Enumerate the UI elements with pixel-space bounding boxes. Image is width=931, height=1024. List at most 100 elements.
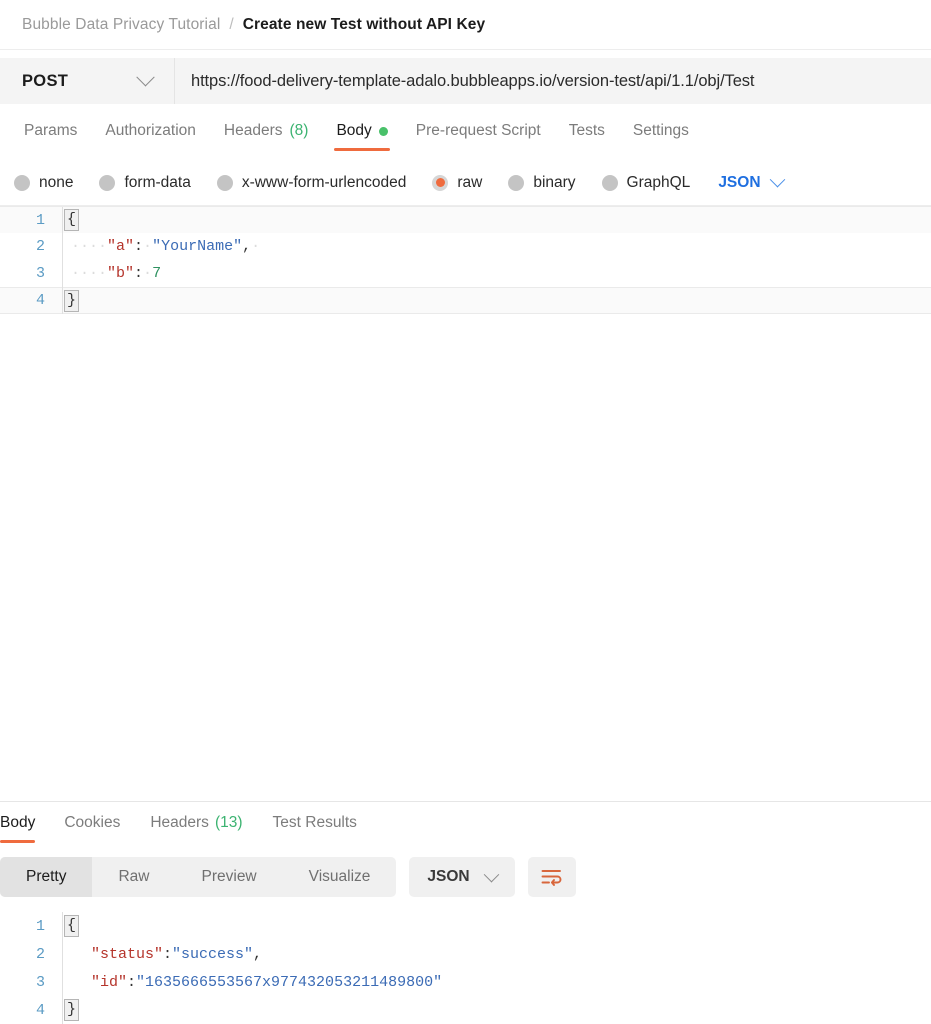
request-url-bar: POST https://food-delivery-template-adal… [0, 50, 931, 112]
word-wrap-icon [541, 869, 562, 886]
response-tab-headers[interactable]: Headers (13) [135, 812, 257, 844]
tab-label: Headers [224, 122, 283, 140]
tab-label: Cookies [64, 814, 120, 831]
chevron-down-icon [769, 172, 785, 188]
tab-label: Test Results [273, 814, 357, 831]
json-colon: : [127, 974, 136, 991]
response-toolbar: PrettyRawPreviewVisualize JSON [0, 848, 931, 906]
json-key: "status" [91, 946, 163, 963]
body-type-label: form-data [124, 174, 190, 192]
tab-label: Body [336, 122, 371, 140]
body-type-label: none [39, 174, 73, 192]
json-string-value: "YourName" [152, 238, 242, 255]
body-type-binary[interactable]: binary [508, 174, 575, 192]
response-line: 4 } [0, 996, 931, 1024]
url-input[interactable]: https://food-delivery-template-adalo.bub… [175, 58, 931, 104]
response-line: 1 { [0, 912, 931, 940]
line-number: 1 [0, 212, 62, 229]
request-tabs: Params Authorization Headers(8) Body Pre-req… [0, 112, 931, 160]
body-type-form-data[interactable]: form-data [99, 174, 190, 192]
line-content: } [62, 996, 931, 1024]
json-string-value: "1635666553567x977432053211489800" [136, 974, 442, 991]
line-number: 4 [0, 292, 62, 309]
view-mode-raw[interactable]: Raw [92, 857, 175, 897]
view-mode-preview[interactable]: Preview [176, 857, 283, 897]
chevron-down-icon [483, 866, 499, 882]
tab-label: Pre-request Script [416, 122, 541, 140]
editor-line: 2 ····"a":·"YourName",· [0, 233, 931, 260]
request-tab-settings[interactable]: Settings [619, 120, 703, 153]
line-number: 2 [0, 238, 62, 255]
body-type-none[interactable]: none [14, 174, 73, 192]
body-format-label: JSON [718, 174, 760, 192]
tab-label: Params [24, 122, 77, 140]
radio-icon[interactable] [14, 175, 30, 191]
json-string-value: "success" [172, 946, 253, 963]
tab-label: Authorization [105, 122, 195, 140]
line-number: 1 [0, 918, 62, 935]
line-content: } [62, 287, 931, 314]
line-content: ····"a":·"YourName",· [62, 233, 931, 260]
tab-label: Tests [569, 122, 605, 140]
radio-icon[interactable] [99, 175, 115, 191]
tab-label: Body [0, 814, 35, 831]
body-type-raw[interactable]: raw [432, 174, 482, 192]
chevron-down-icon [136, 68, 154, 86]
response-tab-test-results[interactable]: Test Results [258, 812, 372, 844]
http-method-select[interactable]: POST [0, 58, 175, 104]
brace-close: } [64, 999, 79, 1021]
request-tab-params[interactable]: Params [10, 120, 91, 153]
line-number: 2 [0, 946, 62, 963]
radio-icon[interactable] [508, 175, 524, 191]
json-number-value: 7 [152, 265, 161, 282]
request-tab-authorization[interactable]: Authorization [91, 120, 209, 153]
radio-icon[interactable] [217, 175, 233, 191]
json-key: "b" [107, 265, 134, 282]
body-type-label: binary [533, 174, 575, 192]
line-content: "id": "1635666553567x977432053211489800" [62, 968, 931, 996]
editor-line: 1 { [0, 206, 931, 233]
body-type-options: none form-data x-www-form-urlencoded raw bin… [0, 160, 931, 206]
body-type-graphql[interactable]: GraphQL [602, 174, 691, 192]
line-content: ····"b":·7 [62, 260, 931, 287]
line-number: 3 [0, 265, 62, 282]
view-mode-visualize[interactable]: Visualize [283, 857, 397, 897]
body-type-x-www-form-urlencoded[interactable]: x-www-form-urlencoded [217, 174, 407, 192]
json-key: "id" [91, 974, 127, 991]
line-content: { [62, 207, 931, 234]
brace-open: { [64, 915, 79, 937]
response-view-modes: PrettyRawPreviewVisualize [0, 857, 396, 897]
response-format-select[interactable]: JSON [409, 857, 514, 897]
view-mode-pretty[interactable]: Pretty [0, 857, 92, 897]
request-tab-tests[interactable]: Tests [555, 120, 619, 153]
response-body-viewer[interactable]: 1 { 2 "status": "success", 3 "id": "1635… [0, 906, 931, 1024]
editor-line: 3 ····"b":·7 [0, 260, 931, 287]
tab-count: (13) [215, 814, 243, 831]
request-tab-pre-request-script[interactable]: Pre-request Script [402, 120, 555, 153]
response-line: 3 "id": "1635666553567x97743205321148980… [0, 968, 931, 996]
request-tab-body[interactable]: Body [322, 120, 401, 153]
breadcrumb-parent[interactable]: Bubble Data Privacy Tutorial [22, 16, 220, 34]
radio-icon[interactable] [432, 175, 448, 191]
response-format-label: JSON [427, 868, 469, 886]
breadcrumb-separator: / [229, 16, 233, 34]
response-tabs: Body Cookies Headers (13) Test Results [0, 802, 931, 848]
indent-guide: ···· [71, 238, 107, 255]
brace-close: } [64, 290, 79, 312]
request-tab-headers[interactable]: Headers(8) [210, 120, 323, 153]
http-method-label: POST [22, 72, 68, 91]
radio-icon[interactable] [602, 175, 618, 191]
response-line: 2 "status": "success", [0, 940, 931, 968]
body-format-select[interactable]: JSON [718, 174, 782, 192]
word-wrap-button[interactable] [528, 857, 576, 897]
editor-line: 4 } [0, 287, 931, 314]
response-tab-body[interactable]: Body [0, 812, 49, 844]
postman-window: Bubble Data Privacy Tutorial / Create ne… [0, 0, 931, 1024]
url-value: https://food-delivery-template-adalo.bub… [191, 72, 754, 91]
json-comma: , [253, 946, 262, 963]
response-tab-cookies[interactable]: Cookies [49, 812, 135, 844]
json-key: "a" [107, 238, 134, 255]
tab-label: Headers [150, 814, 209, 831]
request-body-editor[interactable]: 1 { 2 ····"a":·"YourName",· 3 ····"b":·7… [0, 206, 931, 801]
brace-open: { [64, 209, 79, 231]
